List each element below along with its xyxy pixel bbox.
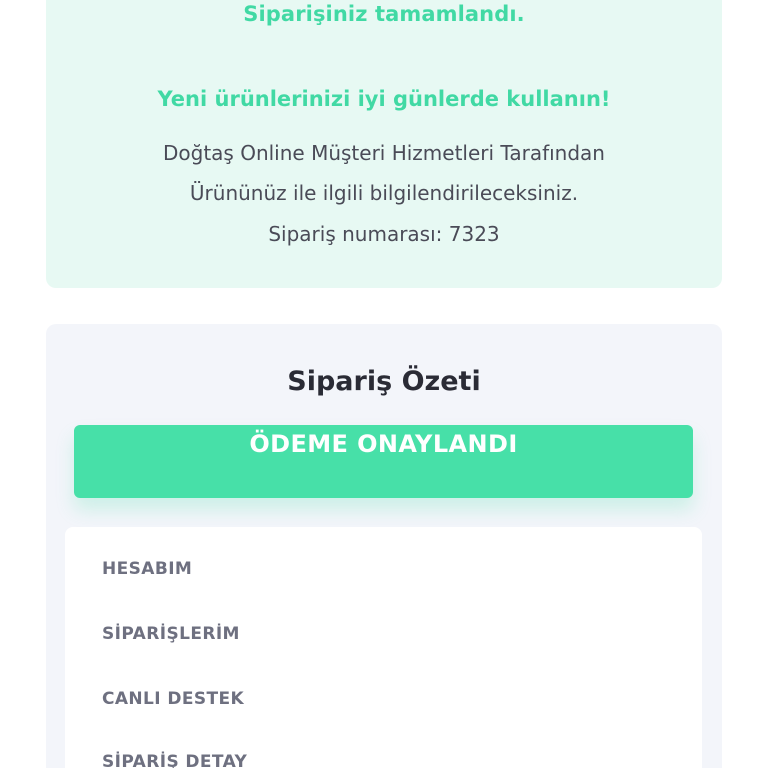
menu-item-my-orders[interactable]: SİPARİŞLERİM	[102, 624, 240, 644]
confirmation-subtitle: Yeni ürünlerinizi iyi günlerde kullanın!	[157, 87, 611, 111]
customer-service-info-line-1: Doğtaş Online Müşteri Hizmetleri Tarafın…	[163, 141, 605, 165]
order-summary-card: Sipariş Özeti ÖDEME ONAYLANDI HESABIM Sİ…	[46, 324, 722, 768]
order-summary-title: Sipariş Özeti	[287, 366, 481, 397]
payment-approved-banner: ÖDEME ONAYLANDI	[74, 425, 693, 498]
confirmation-title: Siparişiniz tamamlandı.	[243, 2, 525, 26]
account-menu: HESABIM SİPARİŞLERİM CANLI DESTEK SİPARİ…	[65, 527, 702, 768]
customer-service-info-line-2: Ürününüz ile ilgili bilgilendirileceksin…	[189, 181, 579, 205]
order-confirmation-page: Siparişiniz tamamlandı. Yeni ürünleriniz…	[0, 0, 768, 768]
order-confirmation-card: Siparişiniz tamamlandı. Yeni ürünleriniz…	[46, 0, 722, 288]
menu-item-my-account[interactable]: HESABIM	[102, 559, 192, 579]
menu-item-live-support[interactable]: CANLI DESTEK	[102, 689, 244, 709]
order-number: Sipariş numarası: 7323	[268, 222, 500, 246]
menu-item-order-detail[interactable]: SİPARİŞ DETAY	[102, 752, 247, 768]
payment-approved-label: ÖDEME ONAYLANDI	[249, 430, 518, 458]
